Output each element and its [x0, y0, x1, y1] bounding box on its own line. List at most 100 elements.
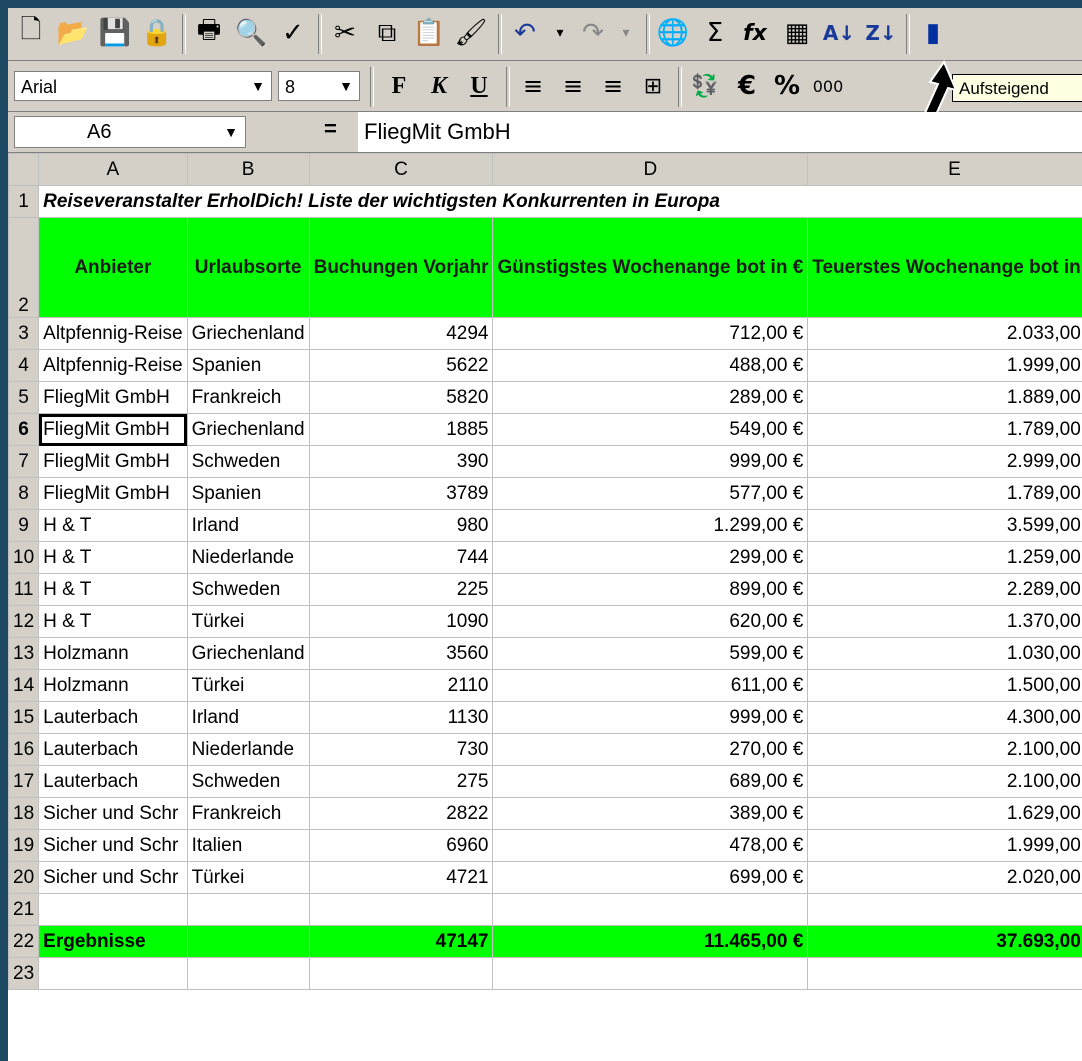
align-left-icon[interactable]: ≡: [514, 67, 552, 105]
cell[interactable]: 1.370,00 €: [807, 605, 1082, 638]
cell[interactable]: Lauterbach: [38, 765, 188, 798]
cell[interactable]: 730: [308, 733, 494, 766]
row-header[interactable]: 19: [8, 829, 40, 862]
column-title-cell[interactable]: Anbieter: [38, 217, 188, 318]
row-header[interactable]: 17: [8, 765, 40, 798]
cell[interactable]: 3560: [308, 637, 494, 670]
row-header[interactable]: 16: [8, 733, 40, 766]
cell[interactable]: Griechenland: [186, 637, 310, 670]
row-header[interactable]: 1: [8, 185, 40, 218]
row-header[interactable]: 14: [8, 669, 40, 702]
undo-icon[interactable]: ↶: [506, 14, 544, 52]
cell[interactable]: Altpfennig-Reise: [38, 349, 188, 382]
total-cell[interactable]: Ergebnisse: [38, 925, 188, 958]
permission-icon[interactable]: 🔒: [138, 14, 176, 52]
thousands-separator-button[interactable]: 000: [808, 67, 848, 105]
cell[interactable]: 478,00 €: [492, 829, 809, 862]
cell[interactable]: Sicher und Schr: [38, 797, 188, 830]
cell[interactable]: 1.030,00 €: [807, 637, 1082, 670]
chevron-down-icon[interactable]: ▼: [247, 74, 269, 98]
chart-wizard-icon[interactable]: ▦: [778, 14, 816, 52]
cell[interactable]: Schweden: [186, 765, 310, 798]
cell[interactable]: [308, 957, 494, 990]
cell[interactable]: 1130: [308, 701, 494, 734]
row-header[interactable]: 4: [8, 349, 40, 382]
cell[interactable]: Irland: [186, 509, 310, 542]
cell[interactable]: 1.789,00 €: [807, 477, 1082, 510]
cell[interactable]: Türkei: [186, 605, 310, 638]
formula-equals-label[interactable]: =: [324, 116, 337, 142]
cell[interactable]: 899,00 €: [492, 573, 809, 606]
percent-button[interactable]: %: [768, 67, 806, 105]
row-header[interactable]: 15: [8, 701, 40, 734]
row-header[interactable]: 3: [8, 317, 40, 350]
cell[interactable]: 2.100,00 €: [807, 733, 1082, 766]
row-header[interactable]: 10: [8, 541, 40, 574]
cell[interactable]: 599,00 €: [492, 637, 809, 670]
redo-icon[interactable]: ↷: [574, 14, 612, 52]
cell[interactable]: 2110: [308, 669, 494, 702]
cell[interactable]: 699,00 €: [492, 861, 809, 894]
cell[interactable]: 4.300,00 €: [807, 701, 1082, 734]
cell[interactable]: 1.259,00 €: [807, 541, 1082, 574]
cell[interactable]: Türkei: [186, 861, 310, 894]
copy-icon[interactable]: ⧉: [368, 14, 406, 52]
cell[interactable]: H & T: [38, 541, 188, 574]
cell[interactable]: Holzmann: [38, 637, 188, 670]
merge-center-icon[interactable]: ⊞: [634, 67, 672, 105]
cell[interactable]: Spanien: [186, 477, 310, 510]
cell[interactable]: FliegMit GmbH: [38, 413, 188, 446]
cell[interactable]: 689,00 €: [492, 765, 809, 798]
column-header[interactable]: E: [807, 153, 1082, 186]
cell[interactable]: 980: [308, 509, 494, 542]
cell[interactable]: 5820: [308, 381, 494, 414]
cell[interactable]: 299,00 €: [492, 541, 809, 574]
undo-dropdown-icon[interactable]: ▾: [548, 14, 572, 52]
row-header[interactable]: 6: [8, 413, 40, 446]
cell[interactable]: 1.299,00 €: [492, 509, 809, 542]
cell[interactable]: 2.020,00 €: [807, 861, 1082, 894]
cell[interactable]: 225: [308, 573, 494, 606]
cell[interactable]: [807, 957, 1082, 990]
format-painter-icon[interactable]: 🖌: [452, 14, 490, 52]
cell[interactable]: 6960: [308, 829, 494, 862]
spelling-icon[interactable]: ✓: [274, 14, 312, 52]
cell[interactable]: Schweden: [186, 445, 310, 478]
cell[interactable]: 4721: [308, 861, 494, 894]
print-icon[interactable]: 🖶: [190, 14, 228, 52]
cell[interactable]: Frankreich: [186, 381, 310, 414]
chevron-down-icon[interactable]: ▼: [219, 119, 243, 145]
cell[interactable]: FliegMit GmbH: [38, 477, 188, 510]
total-cell[interactable]: 11.465,00 €: [492, 925, 809, 958]
cell[interactable]: H & T: [38, 509, 188, 542]
row-header[interactable]: 9: [8, 509, 40, 542]
row-header[interactable]: 23: [8, 957, 40, 990]
cell[interactable]: H & T: [38, 573, 188, 606]
cell[interactable]: [38, 957, 188, 990]
cell[interactable]: 275: [308, 765, 494, 798]
column-title-cell[interactable]: Buchungen Vorjahr: [308, 217, 494, 318]
chart-icon[interactable]: ▮: [914, 14, 952, 52]
function-icon[interactable]: fx: [736, 14, 774, 52]
cell[interactable]: 488,00 €: [492, 349, 809, 382]
cell[interactable]: 549,00 €: [492, 413, 809, 446]
cut-icon[interactable]: ✂: [326, 14, 364, 52]
sheet-title-cell[interactable]: Reiseveranstalter ErholDich! Liste der w…: [38, 185, 1082, 218]
cell[interactable]: 1.999,00 €: [807, 349, 1082, 382]
cell[interactable]: 5622: [308, 349, 494, 382]
underline-button[interactable]: U: [460, 67, 498, 105]
align-right-icon[interactable]: ≡: [594, 67, 632, 105]
cell[interactable]: [807, 893, 1082, 926]
column-title-cell[interactable]: Günstigstes Wochenange bot in €: [492, 217, 809, 318]
cell[interactable]: 2822: [308, 797, 494, 830]
cell[interactable]: Irland: [186, 701, 310, 734]
new-icon[interactable]: 🗋: [12, 14, 50, 52]
cell[interactable]: Sicher und Schr: [38, 861, 188, 894]
chevron-down-icon[interactable]: ▼: [335, 74, 357, 98]
cell[interactable]: Frankreich: [186, 797, 310, 830]
currency-icon[interactable]: 💱: [686, 67, 724, 105]
cell[interactable]: Türkei: [186, 669, 310, 702]
save-icon[interactable]: 💾: [96, 14, 134, 52]
font-name-combo[interactable]: Arial ▼: [14, 71, 272, 101]
cell[interactable]: 1.629,00 €: [807, 797, 1082, 830]
